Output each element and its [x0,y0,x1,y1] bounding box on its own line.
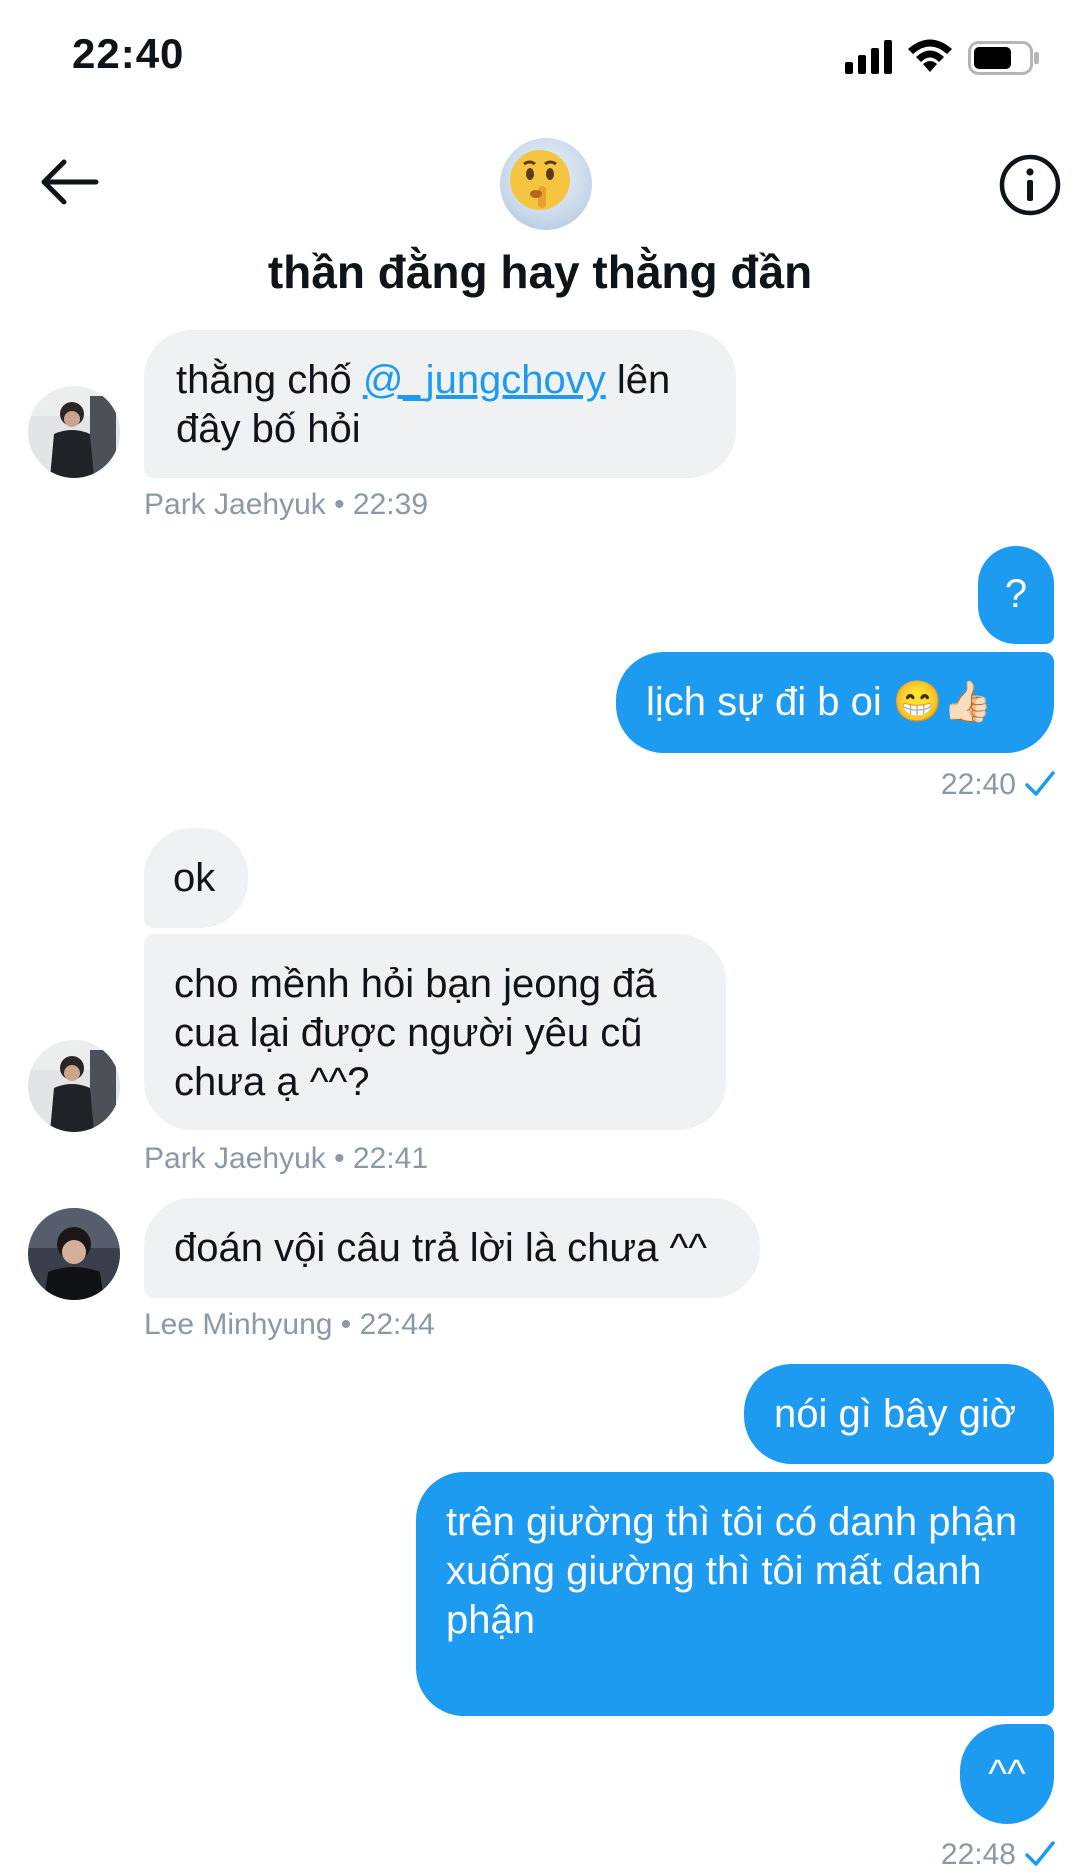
message-meta: Park Jaehyuk • 22:39 [144,488,429,521]
timestamp: 22:48 [940,1838,1016,1871]
profile-photo [28,1208,120,1300]
cellular-signal-icon [845,40,892,74]
message-bubble-incoming[interactable]: cho mềnh hỏi bạn jeong đã cua lại được n… [144,934,726,1130]
message-meta: Park Jaehyuk • 22:41 [144,1142,429,1175]
message-text: ? [1004,572,1028,616]
back-arrow-button[interactable] [38,157,100,207]
message-bubble-incoming[interactable]: thằng chố @_jungchovy lên đây bố hỏi [144,330,736,478]
message-meta: 22:48 [941,1838,1056,1872]
message-text: ok [173,856,216,900]
message-bubble-outgoing[interactable]: ? [978,546,1054,644]
message-bubble-outgoing[interactable]: lịch sự đi b oi 😁👍🏻 [616,652,1054,753]
timestamp: 22:40 [940,768,1016,801]
avatar-lee-minhyung[interactable] [28,1208,120,1300]
mention-link[interactable]: @_jungchovy [363,358,606,402]
message-text: ^^ [988,1752,1026,1796]
group-avatar[interactable] [500,138,592,230]
message-meta: Lee Minhyung • 22:44 [144,1308,435,1341]
conversation-title: thần đằng hay thằng đần [267,246,813,298]
profile-photo [28,1040,120,1132]
battery-icon [968,41,1039,75]
status-time: 22:40 [72,30,185,77]
message-bubble-incoming[interactable]: ok [144,828,248,928]
avatar-park-jaehyuk[interactable] [28,386,120,478]
message-text: lịch sự đi b oi 😁👍🏻 [646,680,993,724]
avatar-park-jaehyuk[interactable] [28,1040,120,1132]
message-text: thằng chố [176,358,363,402]
read-check-icon [1025,1841,1055,1866]
info-button[interactable] [998,153,1062,217]
message-bubble-outgoing[interactable]: trên giường thì tôi có danh phận xuống g… [416,1472,1054,1716]
message-text-line: xuống giường thì tôi mất danh phận [446,1549,982,1642]
message-text-line: trên giường thì tôi có danh phận [446,1500,1018,1544]
wifi-icon [908,39,952,72]
message-bubble-outgoing[interactable]: ^^ [960,1724,1054,1824]
message-text: nói gì bây giờ [774,1392,1016,1436]
profile-photo [28,386,120,478]
message-meta: 22:40 [941,768,1056,802]
read-check-icon [1025,771,1055,796]
message-bubble-incoming[interactable]: đoán vội câu trả lời là chưa ^^ [144,1198,760,1298]
message-text: đoán vội câu trả lời là chưa ^^ [174,1226,708,1270]
shushing-face-icon [510,150,570,210]
message-bubble-outgoing[interactable]: nói gì bây giờ [744,1364,1054,1464]
message-text: cho mềnh hỏi bạn jeong đã cua lại được n… [174,962,657,1104]
